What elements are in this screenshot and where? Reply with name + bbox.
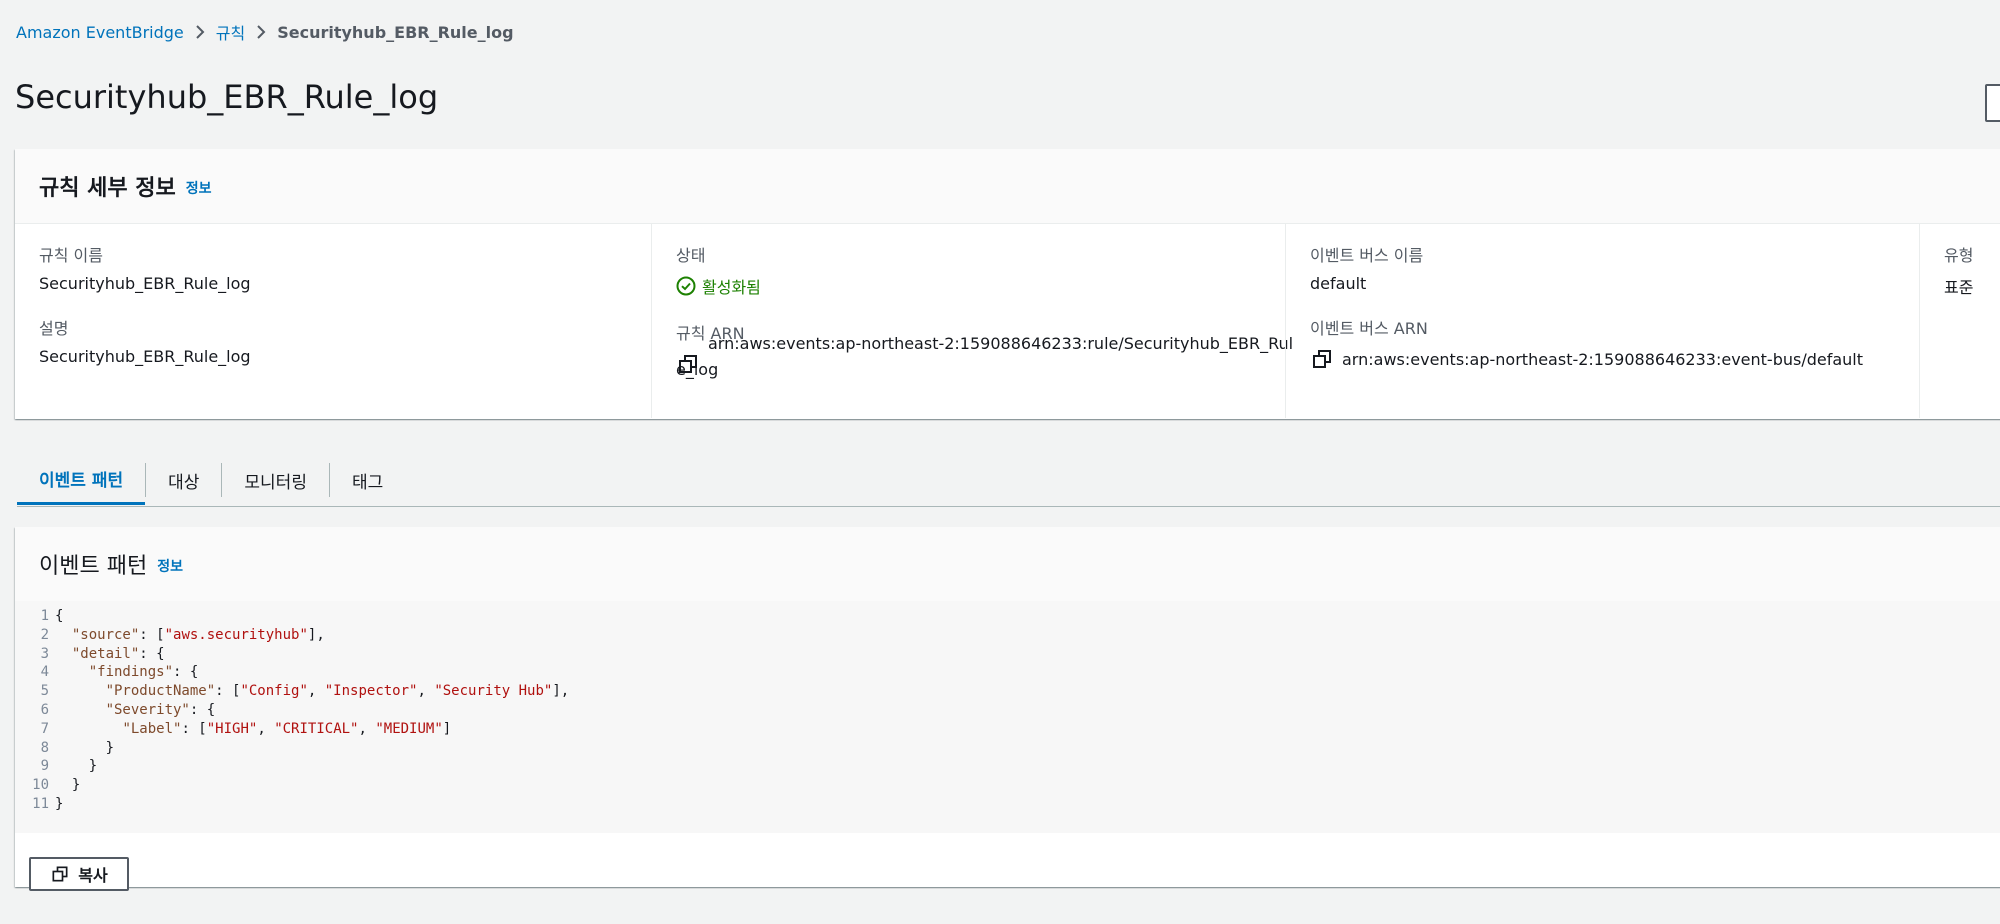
rule-details-body: 규칙 이름 Securityhub_EBR_Rule_log 설명 Securi…	[15, 224, 2000, 420]
rule-details-panel: 규칙 세부 정보 정보 규칙 이름 Securityhub_EBR_Rule_l…	[15, 149, 2000, 419]
event-pattern-title: 이벤트 패턴	[39, 554, 148, 579]
code-line: }	[55, 777, 81, 794]
status-value: 활성화됨	[702, 278, 761, 297]
type-value: 표준	[1944, 278, 1974, 297]
status-label: 상태	[676, 246, 706, 265]
rule-details-header: 규칙 세부 정보 정보	[15, 149, 2000, 224]
breadcrumb-current: Securityhub_EBR_Rule_log	[277, 22, 514, 42]
event-bus-arn-text: arn:aws:events:ap-northeast-2:1590886462…	[1342, 350, 1864, 369]
copy-icon	[52, 866, 68, 882]
chevron-right-icon	[245, 24, 277, 40]
status-badge: 활성화됨	[676, 274, 1296, 298]
event-bus-name-value: default	[1310, 274, 1367, 293]
check-circle-icon	[676, 276, 696, 296]
line-number: 6	[40, 701, 49, 718]
event-pattern-code: 1 2 3 4 5 6 7 8 9 10 11 { "source": ["aws.security…	[15, 601, 2000, 833]
event-bus-arn-value: arn:aws:events:ap-northeast-2:1590886462…	[1310, 347, 1930, 373]
code-line: "ProductName": ["Config", "Inspector", "…	[105, 683, 570, 700]
tab-targets[interactable]: 대상	[146, 455, 221, 505]
rule-arn-text: arn:aws:events:ap-northeast-2:1590886462…	[708, 331, 1298, 357]
rule-arn-line1: arn:aws:events:ap-northeast-2:1590886462…	[708, 334, 1294, 353]
rule-name-label: 규칙 이름	[39, 246, 103, 265]
line-number: 11	[32, 795, 49, 812]
line-number: 1	[40, 608, 49, 624]
page-title: Securityhub_EBR_Rule_log	[15, 78, 439, 116]
copy-button-label: 복사	[78, 868, 108, 885]
rule-arn-line2: e_log	[676, 360, 719, 379]
code-line: }	[55, 739, 115, 756]
breadcrumb-link-rules[interactable]: 규칙	[216, 20, 245, 44]
event-bus-column: 이벤트 버스 이름 default 이벤트 버스 ARN arn:aws:eve…	[1285, 224, 1930, 418]
line-number: 3	[40, 645, 49, 662]
code-line: "Label": ["HIGH", "CRITICAL", "MEDIUM"]	[122, 720, 452, 737]
json-code: { "source": ["aws.securityhub"], "detail…	[55, 607, 569, 814]
line-number: 10	[32, 777, 49, 794]
code-line: "Severity": {	[105, 701, 216, 718]
event-pattern-panel: 이벤트 패턴 정보 1 2 3 4 5 6 7 8 9 10 11 { "source": ["aw…	[15, 527, 2000, 891]
line-number: 5	[40, 683, 49, 700]
copy-icon[interactable]	[1310, 347, 1334, 371]
breadcrumb-link-eventbridge[interactable]: Amazon EventBridge	[16, 23, 184, 42]
line-number: 2	[40, 626, 49, 643]
code-line: "detail": {	[71, 645, 165, 662]
copy-button[interactable]: 복사	[29, 857, 129, 891]
line-number: 8	[40, 739, 49, 756]
event-bus-name-label: 이벤트 버스 이름	[1310, 246, 1424, 265]
chevron-right-icon	[184, 24, 216, 40]
type-label: 유형	[1944, 246, 1974, 265]
detail-tabs: 이벤트 패턴 대상 모니터링 태그	[17, 455, 2000, 507]
rule-name-column: 규칙 이름 Securityhub_EBR_Rule_log 설명 Securi…	[39, 224, 639, 418]
actions-button[interactable]	[1985, 84, 2000, 122]
rule-details-title: 규칙 세부 정보	[39, 176, 176, 201]
tab-tags[interactable]: 태그	[330, 455, 405, 505]
event-pattern-info-link[interactable]: 정보	[157, 552, 183, 576]
line-numbers: 1 2 3 4 5 6 7 8 9 10 11	[15, 607, 49, 814]
tab-event-pattern[interactable]: 이벤트 패턴	[17, 455, 146, 505]
code-line: {	[55, 608, 64, 624]
event-bus-arn-label: 이벤트 버스 ARN	[1310, 319, 1428, 338]
code-line: "findings": {	[88, 664, 199, 681]
code-line: }	[55, 758, 98, 775]
tab-monitoring[interactable]: 모니터링	[222, 455, 329, 505]
rule-name-value: Securityhub_EBR_Rule_log	[39, 274, 251, 293]
line-number: 7	[40, 720, 49, 737]
type-column: 유형 표준	[1919, 224, 2000, 418]
event-pattern-header: 이벤트 패턴 정보	[15, 527, 2000, 602]
description-value: Securityhub_EBR_Rule_log	[39, 347, 251, 366]
code-line: "source": ["aws.securityhub"],	[71, 626, 325, 643]
description-label: 설명	[39, 319, 69, 338]
code-line: }	[55, 795, 64, 812]
status-column: 상태 활성화됨 규칙 ARN arn:aws:events:ap-northea…	[651, 224, 1296, 418]
rule-details-info-link[interactable]: 정보	[186, 174, 212, 198]
line-number: 9	[40, 758, 49, 775]
line-number: 4	[40, 664, 49, 681]
breadcrumb: Amazon EventBridge 규칙 Securityhub_EBR_Ru…	[16, 20, 514, 44]
